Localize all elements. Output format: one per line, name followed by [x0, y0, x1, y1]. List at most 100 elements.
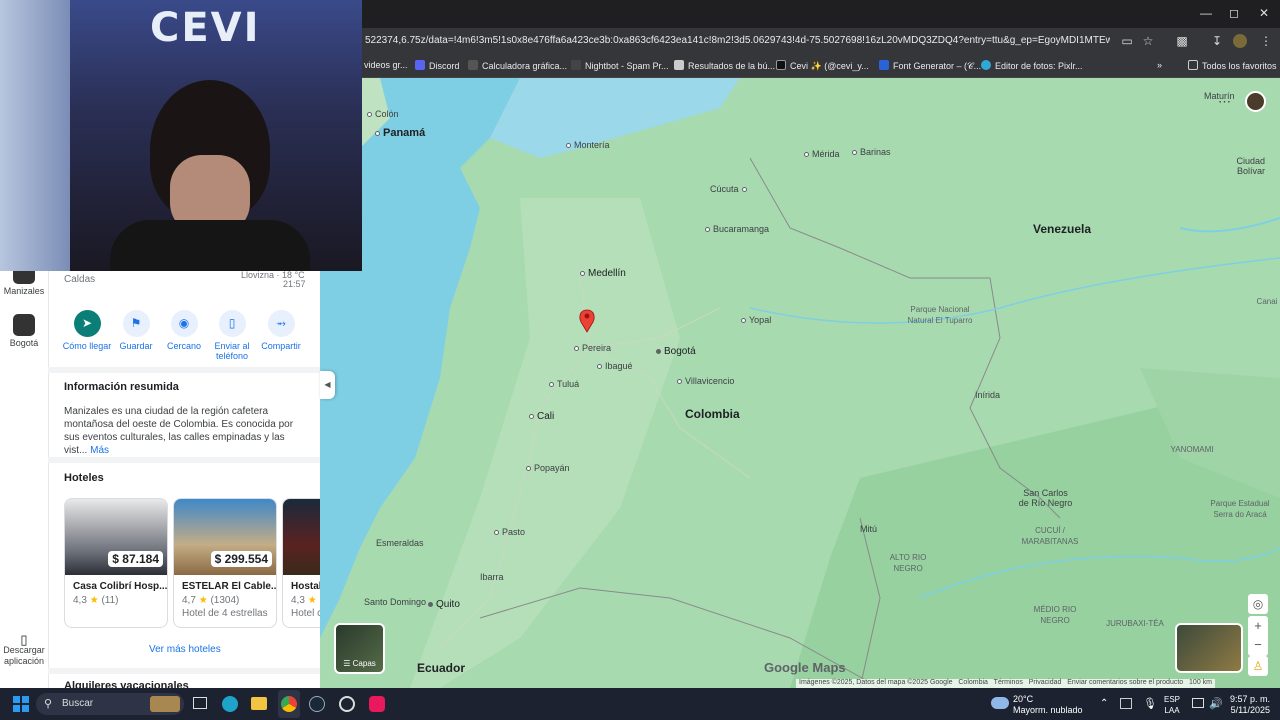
country-label[interactable]: Colombia: [685, 407, 740, 421]
park-label[interactable]: Parque Estadual Serra do Aracá: [1200, 498, 1280, 520]
nearby-button[interactable]: ◉ Cercano: [158, 310, 210, 351]
tray-overflow-icon[interactable]: ⌃: [1100, 698, 1108, 709]
country-label[interactable]: Ecuador: [417, 661, 465, 675]
steam-icon[interactable]: [309, 696, 325, 712]
territory-label[interactable]: ALTO RIO NEGRO: [878, 552, 938, 574]
bookmark-item[interactable]: Cevi ✨ (@cevi_y...: [776, 60, 869, 72]
download-app-button[interactable]: ▯ Descargar aplicación: [0, 633, 48, 667]
hotel-card[interactable]: $ 299.554 ESTELAR El Cable... 4,7 ★ (130…: [173, 498, 277, 628]
zoom-control[interactable]: + −: [1248, 616, 1268, 656]
city-label[interactable]: Pereira: [574, 343, 611, 353]
city-label[interactable]: Colón: [367, 109, 399, 119]
save-button[interactable]: ⚑ Guardar: [110, 310, 162, 351]
extensions-icon[interactable]: ▩: [1174, 34, 1190, 48]
city-label[interactable]: Cali: [529, 411, 554, 422]
city-label[interactable]: Medellín: [580, 268, 626, 279]
network-icon[interactable]: [1192, 698, 1204, 708]
bookmark-item[interactable]: videos gr...: [364, 60, 408, 70]
more-link[interactable]: Más: [90, 445, 109, 456]
hotel-card[interactable]: $ 87.184 Casa Colibrí Hosp... 4,3 ★ (11): [64, 498, 168, 628]
layers-button[interactable]: ☰ Capas: [334, 623, 385, 674]
city-label[interactable]: Montería: [566, 140, 610, 150]
rail-item-bogota[interactable]: Bogotá: [0, 314, 48, 348]
city-label-capital[interactable]: Bogotá: [656, 346, 696, 357]
install-app-icon[interactable]: ▭: [1119, 34, 1135, 48]
language-indicator[interactable]: ESP LAA: [1164, 694, 1180, 716]
territory-label[interactable]: JURUBAXI-TÉA: [1095, 618, 1175, 629]
city-label[interactable]: Esmeraldas: [376, 538, 424, 548]
bookmark-item[interactable]: Discord: [415, 60, 460, 71]
profile-avatar[interactable]: [1233, 34, 1247, 48]
map-canvas[interactable]: Colón Panamá Montería Mérida Barinas Cúc…: [320, 78, 1280, 688]
address-bar[interactable]: 522374,6.75z/data=!4m6!3m5!1s0x8e476ffa6…: [365, 35, 1110, 46]
street-view-thumbnail[interactable]: [1175, 623, 1243, 673]
city-label[interactable]: Santo Domingo: [360, 597, 430, 607]
windows-start-icon[interactable]: [13, 696, 29, 712]
microphone-icon[interactable]: 🎙: [1143, 697, 1157, 710]
file-explorer-icon[interactable]: [251, 697, 267, 710]
city-label[interactable]: Popayán: [526, 463, 570, 473]
bookmark-star-icon[interactable]: ☆: [1140, 34, 1156, 48]
city-label[interactable]: Inírida: [975, 390, 1000, 400]
minimize-icon[interactable]: —: [1196, 6, 1216, 20]
country-label[interactable]: Venezuela: [1033, 222, 1091, 236]
footer-terms-link[interactable]: Términos: [994, 679, 1023, 686]
territory-label[interactable]: YANOMAMI: [1162, 444, 1222, 455]
task-view-icon[interactable]: [193, 697, 207, 709]
share-button[interactable]: ⥇ Compartir: [255, 310, 307, 351]
city-label[interactable]: Cúcuta: [710, 184, 750, 194]
directions-button[interactable]: ➤ Cómo llegar: [61, 310, 113, 351]
city-label[interactable]: Pasto: [494, 527, 525, 537]
all-bookmarks-folder[interactable]: Todos los favoritos: [1188, 60, 1277, 71]
city-label[interactable]: Bucaramanga: [705, 224, 769, 234]
my-location-icon[interactable]: ◎: [1248, 594, 1268, 614]
scale-bar[interactable]: 100 km: [1189, 679, 1212, 686]
account-avatar[interactable]: [1245, 91, 1266, 112]
apps-grid-icon[interactable]: ⋯: [1218, 94, 1231, 110]
chrome-taskbar-button[interactable]: [278, 690, 300, 718]
tray-app-icon[interactable]: [1120, 698, 1132, 709]
bookmarks-overflow-icon[interactable]: »: [1157, 60, 1162, 70]
menu-kebab-icon[interactable]: ⋮: [1258, 34, 1274, 48]
zoom-in-icon[interactable]: +: [1248, 616, 1268, 635]
more-hotels-link[interactable]: Ver más hoteles: [149, 644, 221, 655]
download-icon[interactable]: ↧: [1209, 34, 1225, 48]
weather-widget[interactable]: 20°C Mayorm. nublado: [1013, 694, 1083, 716]
city-label[interactable]: Ciudad Bolívar: [1215, 156, 1265, 176]
footer-privacy-link[interactable]: Privacidad: [1029, 679, 1062, 686]
hotel-card[interactable]: Hostal 4,3 ★ Hotel c: [282, 498, 320, 628]
collapse-panel-button[interactable]: ◀: [320, 371, 335, 399]
bookmark-item[interactable]: Nightbot - Spam Pr...: [571, 60, 669, 71]
city-label[interactable]: Ibagué: [597, 361, 633, 371]
footer-region[interactable]: Colombia: [958, 679, 988, 686]
send-to-phone-button[interactable]: ▯ Enviar al teléfono: [206, 310, 258, 361]
city-label[interactable]: San Carlos de Río Negro: [1018, 488, 1073, 508]
city-label[interactable]: Yopal: [741, 315, 771, 325]
territory-label[interactable]: CUCUÍ / MARABITANAS: [1010, 525, 1090, 547]
restore-icon[interactable]: ◻: [1224, 6, 1244, 20]
city-label[interactable]: Panamá: [375, 127, 425, 139]
bookmark-item[interactable]: Resultados de la bú...: [674, 60, 775, 71]
close-icon[interactable]: ✕: [1254, 6, 1274, 20]
city-label[interactable]: Mitú: [860, 524, 877, 534]
territory-label[interactable]: MÉDIO RIO NEGRO: [1020, 604, 1090, 626]
volume-icon[interactable]: 🔊: [1209, 697, 1223, 710]
city-label[interactable]: Tuluá: [549, 379, 579, 389]
rail-item-manizales[interactable]: Manizales: [0, 270, 48, 296]
park-label[interactable]: Parque Nacional Natural El Tuparro: [900, 304, 980, 326]
pegman-icon[interactable]: ♙: [1248, 656, 1268, 676]
city-label[interactable]: Ibarra: [480, 572, 504, 582]
taskbar-search[interactable]: ⚲ Buscar: [36, 693, 184, 715]
zoom-out-icon[interactable]: −: [1248, 635, 1268, 654]
city-label[interactable]: Barinas: [852, 147, 891, 157]
city-label-capital[interactable]: Quito: [428, 599, 460, 610]
weather-icon[interactable]: [991, 697, 1009, 709]
bookmark-item[interactable]: Editor de fotos: Pixlr...: [981, 60, 1083, 71]
tiktok-live-icon[interactable]: [369, 696, 385, 712]
bookmark-item[interactable]: Calculadora gráfica...: [468, 60, 567, 71]
edge-icon[interactable]: [222, 696, 238, 712]
city-label[interactable]: Villavicencio: [677, 376, 734, 386]
clock[interactable]: 9:57 p. m. 5/11/2025: [1230, 694, 1270, 716]
city-label[interactable]: Mérida: [804, 149, 840, 159]
footer-feedback-link[interactable]: Enviar comentarios sobre el producto: [1067, 679, 1183, 686]
